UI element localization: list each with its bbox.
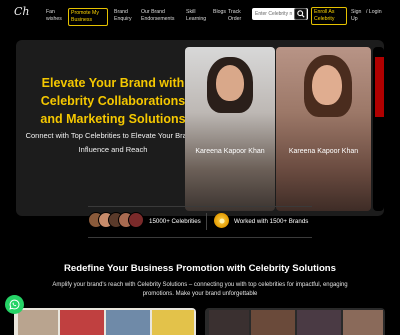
stats-separator — [206, 213, 207, 230]
section-description: Amplify your brand's reach with Celebrit… — [52, 282, 348, 297]
celebrity-video-card-partial[interactable] — [373, 47, 384, 211]
celebrity-gallery-right[interactable] — [205, 308, 385, 335]
nav-fan-wishes[interactable]: Fan wishes — [46, 9, 64, 23]
nav-sign-up[interactable]: Sign Up — [351, 9, 363, 23]
hero-subtitle: Connect with Top Celebrities to Elevate … — [25, 131, 201, 154]
celebrity-video-card[interactable]: Kareena Kapoor Khan — [185, 47, 275, 211]
celebrity-tile[interactable] — [60, 310, 104, 335]
video-label: Kareena Kapoor Khan — [288, 148, 359, 155]
section-title: Redefine Your Business Promotion with Ce… — [63, 263, 337, 274]
celebrities-count: 15000+ Celebrities — [149, 218, 201, 225]
nav-brand-enquiry[interactable]: Brand Enquiry — [114, 9, 136, 23]
celebrity-tile[interactable] — [106, 310, 150, 335]
avatar — [128, 212, 144, 228]
celebrity-gallery-left[interactable] — [14, 308, 196, 335]
nav-blogs[interactable]: Blogs — [213, 9, 226, 16]
nav-login[interactable]: / Login — [366, 9, 382, 16]
nav-skill-learning[interactable]: Skill Learning — [186, 9, 208, 23]
whatsapp-button[interactable] — [5, 295, 24, 314]
portrait-face — [216, 65, 244, 101]
nav-promote-my-business[interactable]: Promote My Business — [68, 8, 108, 26]
celebrity-tile[interactable] — [251, 310, 295, 335]
site-logo[interactable]: Ch — [14, 5, 38, 25]
celebrity-video-card[interactable]: Kareena Kapoor Khan — [276, 47, 371, 211]
top-nav: Ch Fan wishes Promote My Business Brand … — [0, 0, 400, 32]
video-thumbnail-accent — [375, 57, 384, 117]
celebrity-tile[interactable] — [152, 310, 194, 335]
celebrity-tile[interactable] — [18, 310, 58, 335]
nav-our-brand-endorsements[interactable]: Our Brand Endorsements — [141, 9, 181, 23]
search-icon — [296, 10, 305, 18]
stats-top-divider — [88, 206, 312, 207]
brand-badge-icon — [214, 213, 229, 228]
portrait-face — [312, 65, 342, 105]
celebrity-tile[interactable] — [209, 310, 249, 335]
search-button[interactable] — [294, 8, 307, 20]
nav-enroll-as-celebrity[interactable]: Enroll As Celebrity — [311, 7, 347, 25]
celebrity-tile[interactable] — [297, 310, 341, 335]
hero-banner: Elevate Your Brand with Celebrity Collab… — [16, 40, 384, 216]
brands-count: Worked with 1500+ Brands — [234, 218, 309, 225]
hero-title: Elevate Your Brand with Celebrity Collab… — [40, 76, 186, 126]
celebrity-tile[interactable] — [343, 310, 383, 335]
nav-track-order[interactable]: Track Order — [228, 9, 246, 23]
whatsapp-icon — [9, 299, 20, 310]
video-label: Kareena Kapoor Khan — [195, 148, 265, 155]
stats-bottom-divider — [88, 237, 312, 238]
